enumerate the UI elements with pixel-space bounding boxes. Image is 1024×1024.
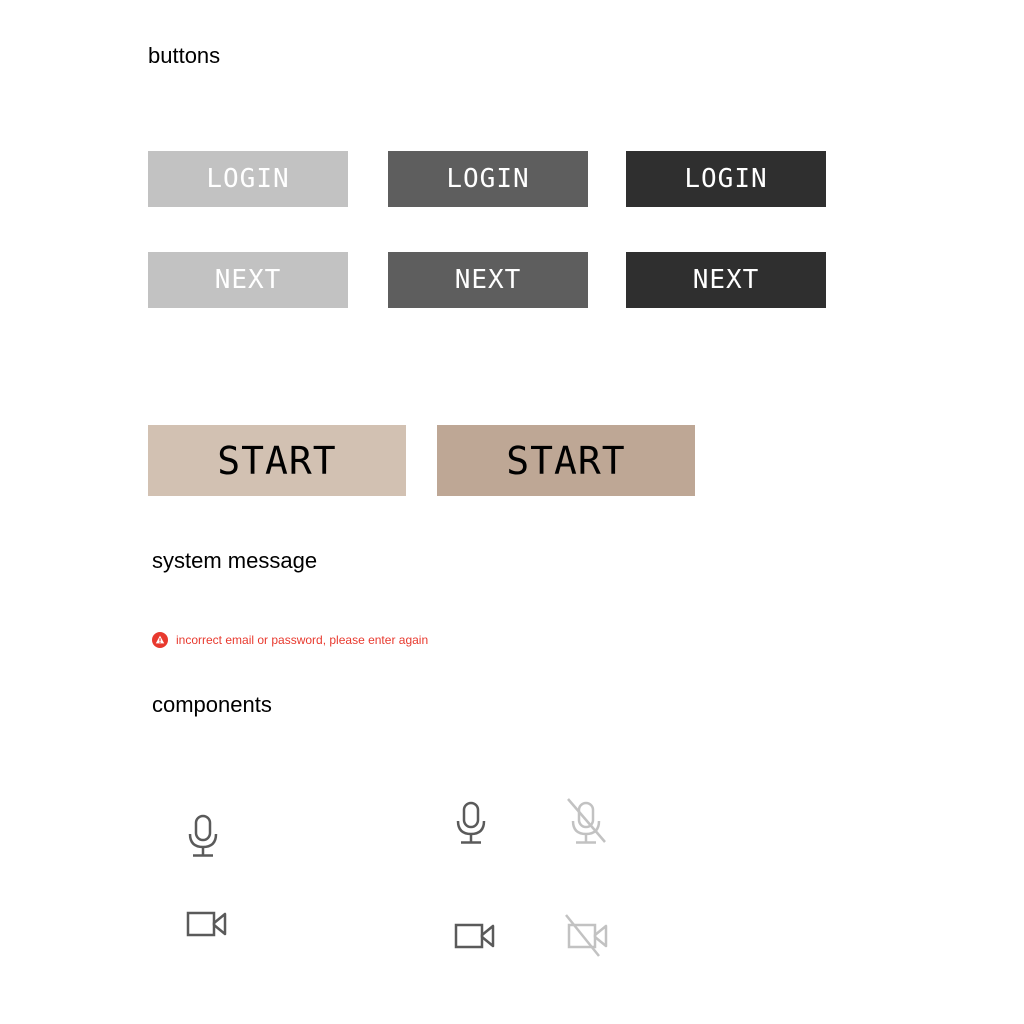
next-button-light[interactable]: NEXT (148, 252, 348, 308)
system-message: incorrect email or password, please ente… (152, 632, 428, 648)
login-button-light[interactable]: LOGIN (148, 151, 348, 207)
microphone-icon[interactable] (186, 814, 220, 858)
microphone-icon-active[interactable] (454, 801, 488, 845)
video-camera-off-icon[interactable] (563, 913, 611, 959)
start-button-dark[interactable]: START (437, 425, 695, 496)
login-button-medium[interactable]: LOGIN (388, 151, 588, 207)
system-message-heading: system message (152, 548, 318, 573)
system-message-text: incorrect email or password, please ente… (176, 633, 429, 647)
buttons-heading: buttons (148, 43, 221, 68)
microphone-muted-icon[interactable] (564, 797, 608, 847)
start-button-light[interactable]: START (148, 425, 406, 496)
warning-icon (152, 632, 168, 648)
video-camera-icon-active[interactable] (454, 922, 496, 950)
components-heading: components (152, 692, 272, 717)
next-button-medium[interactable]: NEXT (388, 252, 588, 308)
login-button-dark[interactable]: LOGIN (626, 151, 826, 207)
next-button-dark[interactable]: NEXT (626, 252, 826, 308)
video-camera-icon[interactable] (186, 910, 228, 938)
